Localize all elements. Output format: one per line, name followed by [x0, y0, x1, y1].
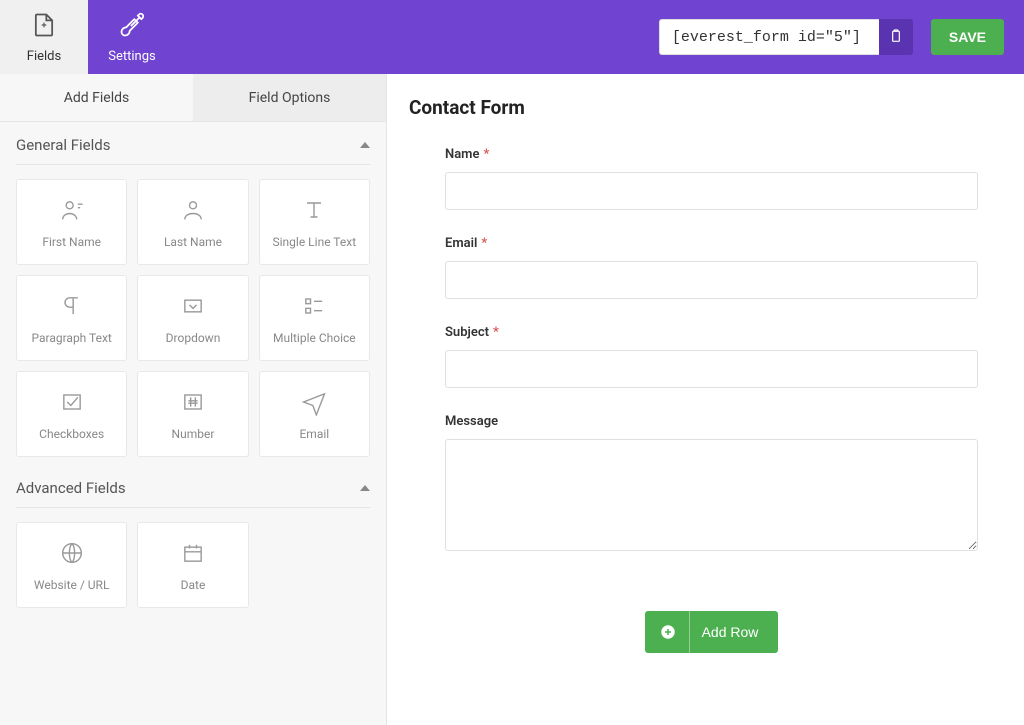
paper-plane-icon: [300, 387, 328, 417]
topbar-tab-label: Fields: [27, 49, 61, 64]
checkbox-icon: [58, 387, 86, 417]
name-input[interactable]: [445, 172, 978, 210]
sidebar: Add Fields Field Options General Fields …: [0, 74, 387, 725]
field-tile-date[interactable]: Date: [137, 522, 248, 608]
field-tile-last-name[interactable]: Last Name: [137, 179, 248, 265]
copy-shortcode-button[interactable]: [879, 19, 913, 55]
text-cursor-icon: [300, 195, 328, 225]
caret-up-icon: [360, 485, 370, 491]
form-title: Contact Form: [409, 96, 984, 119]
field-tile-multiple-choice[interactable]: Multiple Choice: [259, 275, 370, 361]
label-text: Message: [445, 414, 498, 429]
globe-icon: [58, 538, 86, 568]
add-row-wrap: Add Row: [445, 581, 978, 653]
caret-up-icon: [360, 142, 370, 148]
topbar-tab-label: Settings: [108, 49, 155, 64]
field-tile-dropdown[interactable]: Dropdown: [137, 275, 248, 361]
topbar: Fields Settings SAVE: [0, 0, 1024, 74]
field-tile-single-line[interactable]: Single Line Text: [259, 179, 370, 265]
group-header-general[interactable]: General Fields: [16, 136, 370, 165]
hash-icon: [179, 387, 207, 417]
field-tile-label: Multiple Choice: [269, 331, 360, 345]
field-tile-paragraph[interactable]: Paragraph Text: [16, 275, 127, 361]
field-tile-url[interactable]: Website / URL: [16, 522, 127, 608]
group-title: General Fields: [16, 136, 110, 154]
group-header-advanced[interactable]: Advanced Fields: [16, 479, 370, 508]
required-asterisk: *: [493, 325, 499, 340]
required-asterisk: *: [481, 236, 487, 251]
field-tile-label: Checkboxes: [35, 427, 108, 441]
subject-input[interactable]: [445, 350, 978, 388]
topbar-right: SAVE: [659, 0, 1024, 74]
field-tile-label: Date: [177, 578, 210, 592]
person-icon: [179, 195, 207, 225]
field-tile-label: Last Name: [160, 235, 226, 249]
group-advanced-fields: Advanced Fields Website / URL Date: [0, 465, 386, 616]
field-tile-checkboxes[interactable]: Checkboxes: [16, 371, 127, 457]
form-field-message[interactable]: Message: [445, 414, 978, 555]
plus-circle-icon: [659, 611, 690, 653]
person-f-icon: [58, 195, 86, 225]
topbar-spacer: [176, 0, 659, 74]
tab-add-fields[interactable]: Add Fields: [0, 74, 193, 121]
save-button[interactable]: SAVE: [931, 19, 1004, 55]
general-field-grid: First Name Last Name Single Line Text Pa…: [16, 179, 370, 465]
group-title: Advanced Fields: [16, 479, 126, 497]
advanced-field-grid: Website / URL Date: [16, 522, 370, 616]
field-tile-label: Email: [295, 427, 333, 441]
file-icon: [30, 11, 58, 43]
tools-icon: [118, 11, 146, 43]
label-text: Subject: [445, 325, 489, 340]
field-tile-label: Number: [168, 427, 219, 441]
sidebar-tabs: Add Fields Field Options: [0, 74, 386, 122]
topbar-tab-fields[interactable]: Fields: [0, 0, 88, 74]
field-tile-email[interactable]: Email: [259, 371, 370, 457]
clipboard-icon: [888, 28, 904, 47]
field-tile-label: Website / URL: [30, 578, 114, 592]
form-canvas: Contact Form Name * Email * Subject *: [387, 74, 1024, 725]
email-input[interactable]: [445, 261, 978, 299]
form-field-subject[interactable]: Subject *: [445, 325, 978, 388]
message-textarea[interactable]: [445, 439, 978, 551]
topbar-tab-settings[interactable]: Settings: [88, 0, 176, 74]
field-tile-label: Paragraph Text: [27, 331, 115, 345]
group-general-fields: General Fields First Name Last Name Sing…: [0, 122, 386, 465]
form-label: Email *: [445, 236, 978, 251]
field-tile-label: Single Line Text: [269, 235, 361, 249]
form-label: Subject *: [445, 325, 978, 340]
label-text: Email: [445, 236, 477, 251]
form-label: Message: [445, 414, 978, 429]
list-radio-icon: [300, 291, 328, 321]
label-text: Name: [445, 147, 479, 162]
form-fields: Name * Email * Subject * Message: [409, 147, 984, 653]
dropdown-icon: [179, 291, 207, 321]
shortcode-wrap: [659, 19, 913, 55]
paragraph-icon: [58, 291, 86, 321]
calendar-icon: [179, 538, 207, 568]
form-field-name[interactable]: Name *: [445, 147, 978, 210]
form-field-email[interactable]: Email *: [445, 236, 978, 299]
field-tile-number[interactable]: Number: [137, 371, 248, 457]
form-label: Name *: [445, 147, 978, 162]
add-row-button[interactable]: Add Row: [645, 611, 779, 653]
required-asterisk: *: [483, 147, 489, 162]
tab-field-options[interactable]: Field Options: [193, 74, 386, 121]
add-row-label: Add Row: [702, 624, 759, 640]
layout: Add Fields Field Options General Fields …: [0, 74, 1024, 725]
field-tile-label: Dropdown: [162, 331, 225, 345]
field-tile-label: First Name: [38, 235, 105, 249]
shortcode-input[interactable]: [659, 19, 879, 55]
field-tile-first-name[interactable]: First Name: [16, 179, 127, 265]
